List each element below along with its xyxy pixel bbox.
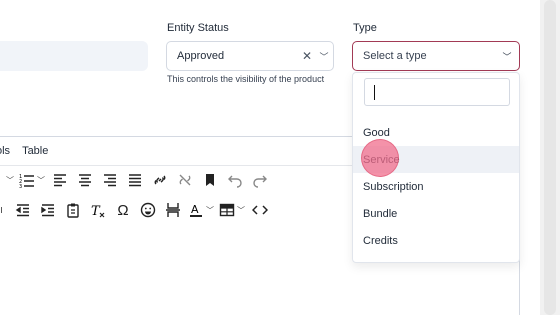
code-icon[interactable] — [250, 199, 270, 221]
editor-toolbar-row-2: T Ω A ﹀ ﹀ — [0, 196, 275, 224]
paste-icon[interactable] — [63, 199, 83, 221]
menu-tools[interactable]: ols — [0, 145, 10, 157]
svg-text:T: T — [91, 204, 101, 218]
entity-status-label: Entity Status — [167, 22, 229, 34]
page-break-icon[interactable] — [163, 199, 183, 221]
type-search-input[interactable] — [364, 78, 510, 106]
scrollbar-thumb[interactable] — [544, 0, 556, 315]
link-icon[interactable] — [150, 169, 170, 191]
text-color-icon[interactable]: A ﹀ — [188, 199, 214, 221]
type-label: Type — [353, 22, 377, 34]
outdent-icon[interactable] — [13, 199, 33, 221]
entity-status-help: This controls the visibility of the prod… — [167, 74, 325, 84]
editor-menubar: ols Table — [0, 137, 60, 165]
chevron-down-icon[interactable]: ﹀ — [495, 50, 519, 63]
align-center-icon[interactable] — [75, 169, 95, 191]
chevron-down-icon[interactable]: ﹀ — [315, 50, 333, 63]
indent-icon[interactable] — [38, 199, 58, 221]
type-option-bundle[interactable]: Bundle — [353, 200, 519, 227]
numbered-list-icon[interactable]: 1 2 3 ﹀ — [19, 169, 45, 191]
text-cursor — [374, 85, 375, 100]
type-placeholder: Select a type — [363, 50, 427, 62]
entity-status-value: Approved — [177, 50, 225, 62]
svg-text:3: 3 — [19, 184, 22, 188]
bookmark-icon[interactable] — [200, 169, 220, 191]
name-input[interactable] — [0, 41, 148, 71]
editor-toolbar-row-1: ﹀ 1 2 3 ﹀ — [0, 166, 275, 194]
type-option-subscription[interactable]: Subscription — [353, 173, 519, 200]
emoji-icon[interactable] — [138, 199, 158, 221]
type-option-credits[interactable]: Credits — [353, 227, 519, 254]
redo-icon[interactable] — [250, 169, 270, 191]
clear-format-icon[interactable]: T — [88, 199, 108, 221]
bullet-list-caret-icon[interactable]: ﹀ — [4, 169, 14, 191]
clear-icon[interactable]: ✕ — [299, 49, 315, 63]
type-select[interactable]: Select a type ﹀ — [352, 41, 520, 71]
table-icon[interactable]: ﹀ — [219, 199, 245, 221]
omega-icon[interactable]: Ω — [113, 199, 133, 221]
entity-status-select[interactable]: Approved ✕ ﹀ — [166, 41, 334, 71]
unlink-icon[interactable] — [175, 169, 195, 191]
indent-partial-icon[interactable] — [0, 199, 8, 221]
click-indicator — [361, 139, 399, 177]
svg-text:A: A — [191, 203, 199, 216]
align-right-icon[interactable] — [100, 169, 120, 191]
align-left-icon[interactable] — [50, 169, 70, 191]
page-scrollbar[interactable] — [540, 0, 560, 315]
undo-icon[interactable] — [225, 169, 245, 191]
align-justify-icon[interactable] — [125, 169, 145, 191]
menu-table[interactable]: Table — [22, 145, 48, 157]
